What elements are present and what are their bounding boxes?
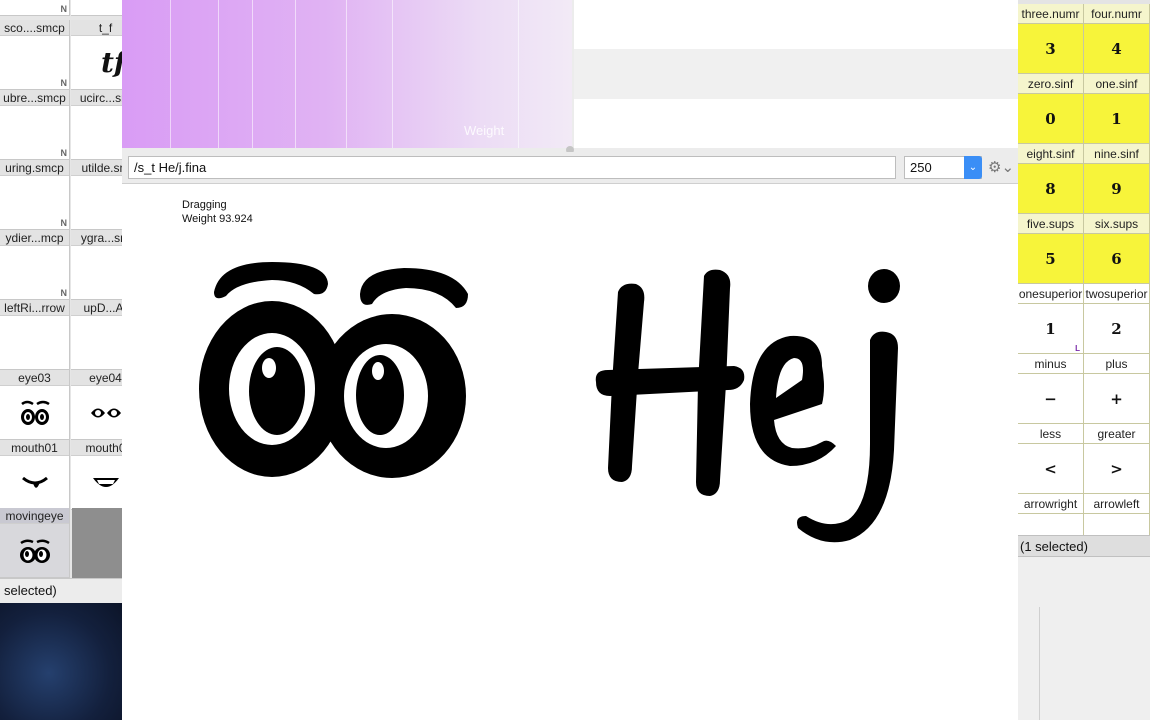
text-input-bar: /s_t He/j.fina 250 ⌄ ⚙⌄ [122, 152, 1018, 184]
glyph-cell-label: arrowright [1018, 494, 1084, 514]
gradient-guide [346, 0, 347, 148]
glyph-cell-label: minus [1018, 354, 1084, 374]
gradient-guide [170, 0, 171, 148]
left-glyph-grid: N sco....smcp N t_f tf ubre...smcp N ucirc.… [0, 0, 141, 603]
eyes-icon [0, 386, 69, 439]
right-selection-status: (1 selected) [1018, 535, 1150, 557]
glyph-cell-one-sinf[interactable]: 1 [1084, 94, 1150, 144]
glyph-cell-plus[interactable]: + [1084, 374, 1150, 424]
preview-canvas[interactable]: Dragging Weight 93.924 [122, 184, 1018, 720]
gradient-guide [392, 0, 393, 148]
cell-mark: N [60, 148, 68, 158]
glyph-cell-onesuperior[interactable]: 1L [1018, 304, 1084, 354]
gear-icon[interactable]: ⚙⌄ [988, 157, 1014, 178]
glyph-cell-ydier-smcp[interactable]: ydier...mcp N [0, 230, 70, 300]
right-grid-column-left: three.numr 3 zero.sinf 0 eight.sinf 8 fi… [1018, 0, 1084, 538]
cell-mark: L [1075, 344, 1080, 353]
glyph-cell-label: onesuperior [1018, 284, 1084, 304]
glyph-cell-six-sups[interactable]: 6 [1084, 234, 1150, 284]
list-row[interactable] [574, 49, 1018, 99]
glyph-cell[interactable]: N [0, 0, 70, 16]
gradient-guide [518, 0, 519, 148]
right-grid-column-right: four.numr 4 one.sinf 1 nine.sinf 9 six.s… [1084, 0, 1150, 538]
glyph-cell-label: ubre...smcp [0, 90, 69, 106]
glyph-cell-eight-sinf[interactable]: 8 [1018, 164, 1084, 214]
glyph-cell-label: plus [1084, 354, 1150, 374]
glyph-cell-label: eye03 [0, 370, 69, 386]
glyph-cell-less[interactable]: < [1018, 444, 1084, 494]
empty-grid-area [72, 508, 122, 578]
font-editor-screen: N sco....smcp N t_f tf ubre...smcp N ucirc.… [0, 0, 1150, 720]
glyph-cell-four-numr[interactable]: 4 [1084, 24, 1150, 74]
cell-mark: N [60, 4, 68, 14]
weight-gradient-preview[interactable]: Weight [122, 0, 572, 148]
glyph-cell-nine-sinf[interactable]: 9 [1084, 164, 1150, 214]
glyph-cell-label: eight.sinf [1018, 144, 1084, 164]
glyph-cell-label: four.numr [1084, 4, 1150, 24]
glyph-cell-mouth01[interactable]: mouth01 [0, 440, 70, 510]
panel-divider [1020, 607, 1040, 720]
cell-mark: N [60, 288, 68, 298]
cell-mark: N [60, 78, 68, 88]
glyph-cell-zero-sinf[interactable]: 0 [1018, 94, 1084, 144]
chevron-down-icon[interactable]: ⌄ [964, 156, 982, 179]
gradient-guide [252, 0, 253, 148]
point-size-select[interactable]: 250 ⌄ [904, 156, 982, 179]
desktop-background [0, 603, 122, 720]
gradient-guide [295, 0, 296, 148]
glyph-cell-label: movingeye [0, 508, 69, 524]
glyph-cell-label: greater [1084, 424, 1150, 444]
mouth-tongue-icon [0, 456, 69, 509]
gradient-guide [218, 0, 219, 148]
glyph-cell-eye03[interactable]: eye03 [0, 370, 70, 440]
glyph-char: 1 [1045, 319, 1056, 338]
hej-glyph-preview [595, 269, 900, 543]
glyph-cell-leftrightarrow[interactable]: leftRi...rrow [0, 300, 70, 370]
eyes-icon [0, 524, 69, 577]
glyph-cell-greater[interactable]: > [1084, 444, 1150, 494]
glyph-cell-label: one.sinf [1084, 74, 1150, 94]
glyph-cell-twosuperior[interactable]: 2 [1084, 304, 1150, 354]
glyph-cell-label: less [1018, 424, 1084, 444]
glyph-cell-label: uring.smcp [0, 160, 69, 176]
glyph-cell-five-sups[interactable]: 5 [1018, 234, 1084, 284]
glyph-cell-label: mouth01 [0, 440, 69, 456]
point-size-value: 250 [910, 160, 932, 175]
top-panel: Weight [122, 0, 1018, 154]
glyph-cell-ubre-smcp[interactable]: ubre...smcp N [0, 90, 70, 160]
cell-mark: N [60, 218, 68, 228]
glyph-cell-label: six.sups [1084, 214, 1150, 234]
glyph-cell-three-numr[interactable]: 3 [1018, 24, 1084, 74]
glyph-cell-uring-smcp[interactable]: uring.smcp N [0, 160, 70, 230]
glyph-cell-label: twosuperior [1084, 284, 1150, 304]
glyph-cell-label: sco....smcp [0, 20, 69, 36]
glyph-cell-label: zero.sinf [1018, 74, 1084, 94]
glyph-cell-movingeye[interactable]: movingeye [0, 508, 70, 578]
right-glyph-grid: three.numr 3 zero.sinf 0 eight.sinf 8 fi… [1018, 0, 1150, 720]
glyph-cell-label: five.sups [1018, 214, 1084, 234]
right-bottom-panel [1018, 557, 1150, 720]
glyph-cell-minus[interactable]: − [1018, 374, 1084, 424]
top-right-list [574, 0, 1018, 148]
glyph-cell-label: leftRi...rrow [0, 300, 69, 316]
glyph-string-input[interactable]: /s_t He/j.fina [128, 156, 896, 179]
weight-axis-label: Weight [464, 123, 505, 138]
left-selection-status: selected) [0, 578, 122, 603]
glyph-cell-label: three.numr [1018, 4, 1084, 24]
glyph-cell-label: arrowleft [1084, 494, 1150, 514]
glyph-cell-label: ydier...mcp [0, 230, 69, 246]
glyph-cell-label: nine.sinf [1084, 144, 1150, 164]
glyph-cell-sco-smcp[interactable]: sco....smcp N [0, 20, 70, 90]
